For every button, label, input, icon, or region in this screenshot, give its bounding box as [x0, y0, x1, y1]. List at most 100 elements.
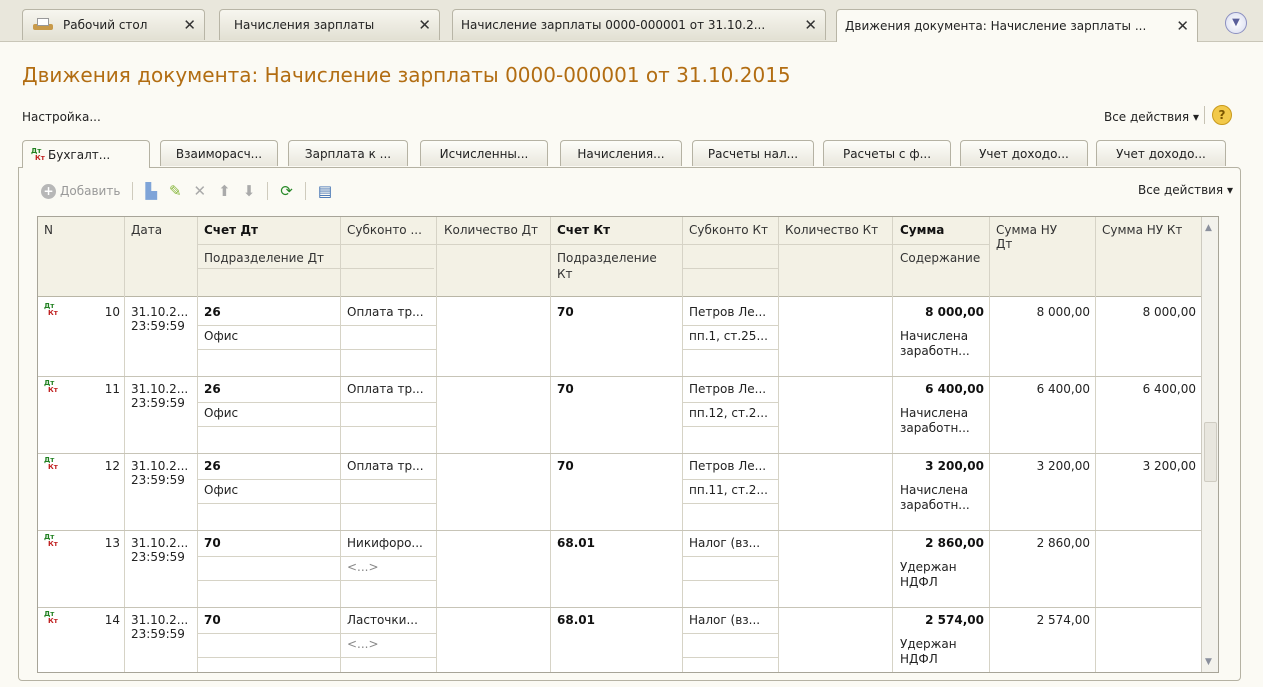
dt-kt-icon: Дт Кт — [44, 533, 58, 548]
tab-payroll-list[interactable]: Начисления зарплаты ✕ — [219, 9, 440, 40]
close-icon[interactable]: ✕ — [804, 16, 817, 34]
column-header-n[interactable]: N — [44, 223, 53, 237]
row-date: 31.10.2... — [131, 305, 189, 319]
all-actions-menu[interactable]: Все действия ▾ — [1138, 183, 1233, 197]
row-date: 31.10.2... — [131, 382, 189, 396]
column-header-dept-kt[interactable]: Подразделение — [557, 251, 657, 265]
row-content-1: Начислена — [900, 406, 969, 420]
column-header-sum[interactable]: Сумма — [900, 223, 944, 237]
row-sum: 2 860,00 — [925, 536, 984, 550]
column-header-qty-dt[interactable]: Количество Дт — [444, 223, 538, 237]
row-sum-nu-kt: 6 400,00 — [1142, 382, 1196, 396]
divider — [132, 182, 134, 200]
row-subconto-dt-1: Никифоро... — [347, 536, 423, 550]
row-sum: 2 574,00 — [925, 613, 984, 627]
row-subconto-kt-1: Петров Ле... — [689, 382, 767, 396]
row-sub-divider — [683, 580, 778, 581]
column-header-account-kt[interactable]: Счет Кт — [557, 223, 610, 237]
tab-fund-settlements[interactable]: Расчеты с ф... — [823, 140, 951, 166]
tab-desktop[interactable]: Рабочий стол ✕ — [22, 9, 205, 40]
row-divider — [38, 376, 1201, 377]
refresh-icon[interactable]: ⟳ — [280, 182, 293, 200]
export-icon[interactable]: ▤ — [318, 182, 332, 200]
row-sub-divider — [341, 402, 436, 403]
copy-icon[interactable]: ▙ — [145, 182, 157, 200]
row-account-kt: 70 — [557, 459, 574, 473]
tab-income-accounting-1[interactable]: Учет доходо... — [960, 140, 1088, 166]
tab-accounting[interactable]: Дт Кт Бухгалт... — [22, 140, 150, 168]
tab-income-accounting-2[interactable]: Учет доходо... — [1096, 140, 1226, 166]
vertical-scrollbar[interactable]: ▲ ▼ — [1201, 217, 1218, 672]
column-header-date[interactable]: Дата — [131, 223, 162, 237]
edit-pencil-icon[interactable]: ✎ — [169, 182, 182, 200]
tab-payroll-doc[interactable]: Начисление зарплаты 0000-000001 от 31.10… — [452, 9, 826, 40]
column-header-sum-nu-kt[interactable]: Сумма НУ Кт — [1102, 223, 1182, 237]
column-header-sum-nu-dt-2: Дт — [996, 237, 1013, 251]
row-content-1: Удержан — [900, 637, 957, 651]
row-number: 10 — [104, 305, 120, 319]
tab-salary-payable[interactable]: Зарплата к ... — [288, 140, 408, 166]
row-sum-nu-dt: 2 860,00 — [1036, 536, 1090, 550]
tab-accruals[interactable]: Начисления... — [560, 140, 682, 166]
delete-icon[interactable]: ✕ — [194, 182, 207, 200]
row-time: 23:59:59 — [131, 473, 185, 487]
close-icon[interactable]: ✕ — [183, 16, 196, 34]
row-subconto-kt-2: пп.12, ст.2... — [689, 406, 768, 420]
row-sub-divider — [198, 503, 340, 504]
row-divider — [38, 453, 1201, 454]
dt-kt-icon: Дт Кт — [31, 146, 45, 162]
scroll-up-icon[interactable]: ▲ — [1205, 223, 1212, 233]
row-number: 14 — [104, 613, 120, 627]
close-icon[interactable]: ✕ — [1176, 17, 1189, 35]
all-actions-menu[interactable]: Все действия ▾ — [1104, 110, 1199, 124]
help-icon[interactable]: ? — [1212, 105, 1232, 125]
row-time: 23:59:59 — [131, 319, 185, 333]
tab-label: Расчеты нал... — [707, 146, 799, 161]
header-divider — [339, 268, 434, 269]
row-sub-divider — [341, 503, 436, 504]
tab-tax-settlements[interactable]: Расчеты нал... — [692, 140, 814, 166]
add-button[interactable]: + Добавить — [41, 183, 120, 199]
dt-kt-icon: Дт Кт — [44, 302, 58, 317]
tab-label: Расчеты с ф... — [842, 146, 932, 161]
column-header-content[interactable]: Содержание — [900, 251, 980, 265]
scrollbar-thumb[interactable] — [1204, 422, 1217, 482]
row-sub-divider — [198, 349, 340, 350]
row-dept-dt: Офис — [204, 329, 239, 343]
tab-label: Исчисленны... — [439, 146, 529, 161]
tab-label: Взаиморасч... — [175, 146, 263, 161]
row-sub-divider — [198, 402, 340, 403]
tab-calculated[interactable]: Исчисленны... — [420, 140, 548, 166]
row-content-2: НДФЛ — [900, 575, 938, 589]
row-subconto-dt-1: Ласточки... — [347, 613, 418, 627]
row-sum: 6 400,00 — [925, 382, 984, 396]
tab-document-movements[interactable]: Движения документа: Начисление зарплаты … — [836, 9, 1198, 42]
row-sub-divider — [683, 402, 778, 403]
move-up-icon[interactable]: ⬆ — [218, 182, 231, 200]
column-header-sum-nu-dt[interactable]: Сумма НУ — [996, 223, 1057, 237]
move-down-icon[interactable]: ⬇ — [243, 182, 256, 200]
row-time: 23:59:59 — [131, 627, 185, 641]
tab-settlements[interactable]: Взаиморасч... — [160, 140, 278, 166]
row-account-kt: 68.01 — [557, 536, 595, 550]
row-account-dt: 70 — [204, 536, 221, 550]
close-icon[interactable]: ✕ — [418, 16, 431, 34]
movements-table[interactable]: N Дата Счет Дт Подразделение Дт Субконто… — [37, 216, 1219, 673]
column-divider — [1095, 217, 1096, 672]
column-divider — [197, 217, 198, 672]
column-header-qty-kt[interactable]: Количество Кт — [785, 223, 878, 237]
scroll-down-icon[interactable]: ▼ — [1205, 657, 1212, 667]
divider — [1204, 106, 1205, 124]
column-header-account-dt[interactable]: Счет Дт — [204, 223, 258, 237]
setup-link[interactable]: Настройка... — [22, 110, 101, 124]
column-header-dept-dt[interactable]: Подразделение Дт — [204, 251, 324, 265]
tab-list-dropdown-icon[interactable]: ▼ — [1225, 12, 1247, 34]
row-subconto-kt-1: Налог (вз... — [689, 536, 761, 550]
row-divider — [38, 530, 1201, 531]
column-header-subconto-dt[interactable]: Субконто ... — [347, 223, 422, 237]
row-sub-divider — [198, 426, 340, 427]
column-header-subconto-kt[interactable]: Субконто Кт — [689, 223, 768, 237]
row-subconto-kt-1: Налог (вз... — [689, 613, 761, 627]
tab-label: Начисления... — [577, 146, 665, 161]
row-sub-divider — [683, 479, 778, 480]
